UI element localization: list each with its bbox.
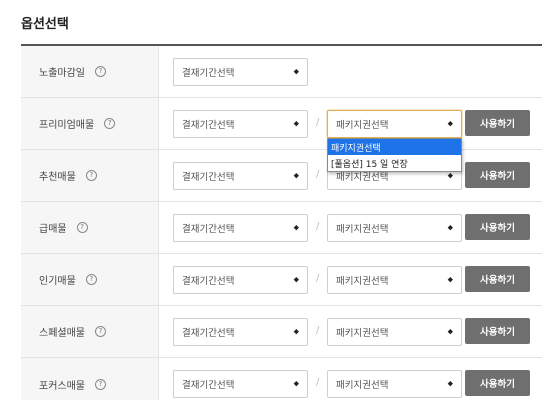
use-button[interactable]: 사용하기 bbox=[465, 162, 530, 188]
help-icon[interactable]: ? bbox=[104, 118, 116, 129]
row-label-cell: 노출마감일 ? bbox=[21, 46, 159, 97]
select-arrow-icon: ◆ bbox=[293, 119, 299, 128]
row-label: 급매물 bbox=[39, 224, 67, 235]
dropdown-option[interactable]: 패키지권선택 bbox=[328, 139, 461, 155]
separator: / bbox=[316, 169, 320, 180]
option-row-recommended: 추천매물 ? 결재기간선택 ◆ / 패키지권선택 ◆ 사용하기 bbox=[21, 150, 542, 202]
separator: / bbox=[316, 377, 320, 388]
select-arrow-icon: ◆ bbox=[447, 275, 453, 284]
row-label-cell: 프리미엄매물 ? bbox=[21, 98, 159, 149]
row-label-cell: 추천매물 ? bbox=[21, 150, 159, 201]
package-select-value: 패키지권선택 bbox=[336, 328, 389, 339]
help-icon[interactable]: ? bbox=[76, 222, 88, 233]
use-button[interactable]: 사용하기 bbox=[465, 214, 530, 240]
option-row-popular: 인기매물 ? 결재기간선택 ◆ / 패키지권선택 ◆ 사용하기 bbox=[21, 254, 542, 306]
period-select[interactable]: 결재기간선택 ◆ bbox=[173, 110, 308, 138]
option-row-premium: 프리미엄매물 ? 결재기간선택 ◆ / 패키지권선택 ◆ 사용하기 bbox=[21, 98, 542, 150]
package-dropdown-list: 패키지권선택 [풀옵션] 15 일 연장 bbox=[327, 138, 462, 172]
period-select[interactable]: 결재기간선택 ◆ bbox=[173, 318, 308, 346]
help-icon[interactable]: ? bbox=[95, 326, 106, 337]
period-select[interactable]: 결재기간선택 ◆ bbox=[173, 162, 308, 190]
period-select[interactable]: 결재기간선택 ◆ bbox=[173, 214, 308, 242]
separator: / bbox=[316, 117, 320, 128]
page-title: 옵션선택 bbox=[21, 17, 69, 32]
help-icon[interactable]: ? bbox=[95, 66, 106, 77]
select-arrow-icon: ◆ bbox=[293, 223, 299, 232]
row-label-cell: 포커스매물 ? bbox=[21, 358, 159, 400]
select-arrow-icon: ◆ bbox=[447, 119, 453, 128]
help-icon[interactable]: ? bbox=[95, 378, 106, 390]
select-arrow-icon: ◆ bbox=[447, 327, 453, 336]
row-label: 인기매물 bbox=[39, 276, 76, 287]
package-select-value: 패키지권선택 bbox=[336, 380, 389, 391]
separator: / bbox=[316, 325, 320, 336]
period-select-value: 결재기간선택 bbox=[182, 120, 235, 131]
use-button[interactable]: 사용하기 bbox=[465, 318, 530, 344]
package-select[interactable]: 패키지권선택 ◆ bbox=[327, 266, 462, 294]
option-row-urgent: 급매물 ? 결재기간선택 ◆ / 패키지권선택 ◆ 사용하기 bbox=[21, 202, 542, 254]
select-arrow-icon: ◆ bbox=[447, 379, 453, 388]
period-select-value: 결재기간선택 bbox=[182, 328, 235, 339]
use-button[interactable]: 사용하기 bbox=[465, 110, 530, 136]
package-select-value: 패키지권선택 bbox=[336, 120, 389, 131]
row-label-cell: 스페셜매물 ? bbox=[21, 306, 159, 357]
option-row-focus: 포커스매물 ? 결재기간선택 ◆ / 패키지권선택 ◆ 사용하기 bbox=[21, 358, 542, 400]
period-select-value: 결재기간선택 bbox=[182, 68, 235, 79]
row-label: 노출마감일 bbox=[39, 68, 85, 79]
period-select-value: 결재기간선택 bbox=[182, 380, 235, 391]
package-select[interactable]: 패키지권선택 ◆ bbox=[327, 318, 462, 346]
select-arrow-icon: ◆ bbox=[293, 275, 299, 284]
period-select-value: 결재기간선택 bbox=[182, 276, 235, 287]
row-label: 추천매물 bbox=[39, 172, 76, 183]
option-row-special: 스페셜매물 ? 결재기간선택 ◆ / 패키지권선택 ◆ 사용하기 bbox=[21, 306, 542, 358]
package-select[interactable]: 패키지권선택 ◆ bbox=[327, 214, 462, 242]
help-icon[interactable]: ? bbox=[85, 274, 97, 285]
row-label-cell: 급매물 ? bbox=[21, 202, 159, 253]
row-label: 포커스매물 bbox=[39, 380, 85, 392]
package-select[interactable]: 패키지권선택 ◆ bbox=[327, 110, 462, 138]
option-row-exposure-deadline: 노출마감일 ? 결재기간선택 ◆ bbox=[21, 46, 542, 98]
select-arrow-icon: ◆ bbox=[447, 223, 453, 232]
package-select-value: 패키지권선택 bbox=[336, 224, 389, 235]
package-select-value: 패키지권선택 bbox=[336, 276, 389, 287]
select-arrow-icon: ◆ bbox=[293, 67, 299, 76]
row-label: 스페셜매물 bbox=[39, 328, 85, 339]
row-label-cell: 인기매물 ? bbox=[21, 254, 159, 305]
use-button[interactable]: 사용하기 bbox=[465, 370, 530, 396]
period-select-value: 결재기간선택 bbox=[182, 172, 235, 183]
separator: / bbox=[316, 221, 320, 232]
help-icon[interactable]: ? bbox=[85, 170, 97, 181]
select-arrow-icon: ◆ bbox=[293, 379, 299, 388]
period-select-value: 결재기간선택 bbox=[182, 224, 235, 235]
use-button[interactable]: 사용하기 bbox=[465, 266, 530, 292]
period-select[interactable]: 결재기간선택 ◆ bbox=[173, 370, 308, 398]
dropdown-option[interactable]: [풀옵션] 15 일 연장 bbox=[328, 155, 461, 171]
period-select[interactable]: 결재기간선택 ◆ bbox=[173, 266, 308, 294]
select-arrow-icon: ◆ bbox=[447, 171, 453, 180]
row-label: 프리미엄매물 bbox=[39, 120, 95, 131]
separator: / bbox=[316, 273, 320, 284]
options-table: 노출마감일 ? 결재기간선택 ◆ 프리미엄매물 ? 결재기간선택 ◆ / 패키지… bbox=[21, 46, 542, 400]
select-arrow-icon: ◆ bbox=[293, 327, 299, 336]
package-select[interactable]: 패키지권선택 ◆ bbox=[327, 370, 462, 398]
select-arrow-icon: ◆ bbox=[293, 171, 299, 180]
period-select[interactable]: 결재기간선택 ◆ bbox=[173, 58, 308, 86]
